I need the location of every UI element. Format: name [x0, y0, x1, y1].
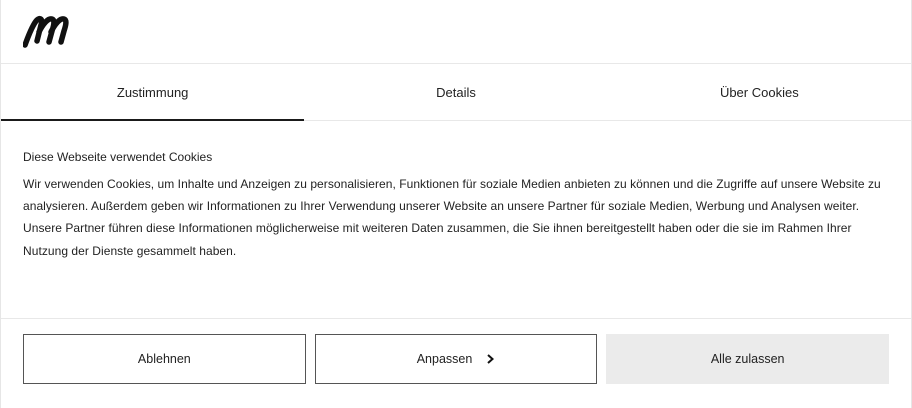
consent-description: Wir verwenden Cookies, um Inhalte und An…	[23, 177, 881, 258]
tab-ueber-cookies[interactable]: Über Cookies	[608, 64, 911, 120]
dialog-header	[1, 0, 911, 64]
tab-label: Über Cookies	[719, 84, 799, 100]
consent-content: Diese Webseite verwendet Cookies Wir ver…	[1, 121, 911, 319]
tab-zustimmung[interactable]: Zustimmung	[1, 64, 305, 121]
m-logo-icon	[23, 15, 69, 48]
decline-button[interactable]: Ablehnen	[23, 334, 306, 384]
tab-details[interactable]: Details	[304, 64, 607, 120]
accept-all-button[interactable]: Alle zulassen	[606, 334, 890, 384]
action-bar: Ablehnen Anpassen Alle zulassen	[1, 319, 911, 384]
customize-button-label: Anpassen	[416, 352, 473, 366]
tab-label: Zustimmung	[116, 84, 189, 100]
tab-bar: Zustimmung Details Über Cookies	[1, 64, 911, 121]
tab-label: Details	[436, 84, 476, 100]
consent-title: Diese Webseite verwendet Cookies	[23, 150, 213, 164]
customize-button[interactable]: Anpassen	[314, 334, 598, 384]
accept-all-button-label: Alle zulassen	[710, 352, 785, 366]
chevron-right-icon	[487, 354, 495, 364]
cookie-consent-dialog: Zustimmung Details Über Cookies Diese We…	[0, 0, 912, 408]
decline-button-label: Ablehnen	[137, 352, 191, 366]
